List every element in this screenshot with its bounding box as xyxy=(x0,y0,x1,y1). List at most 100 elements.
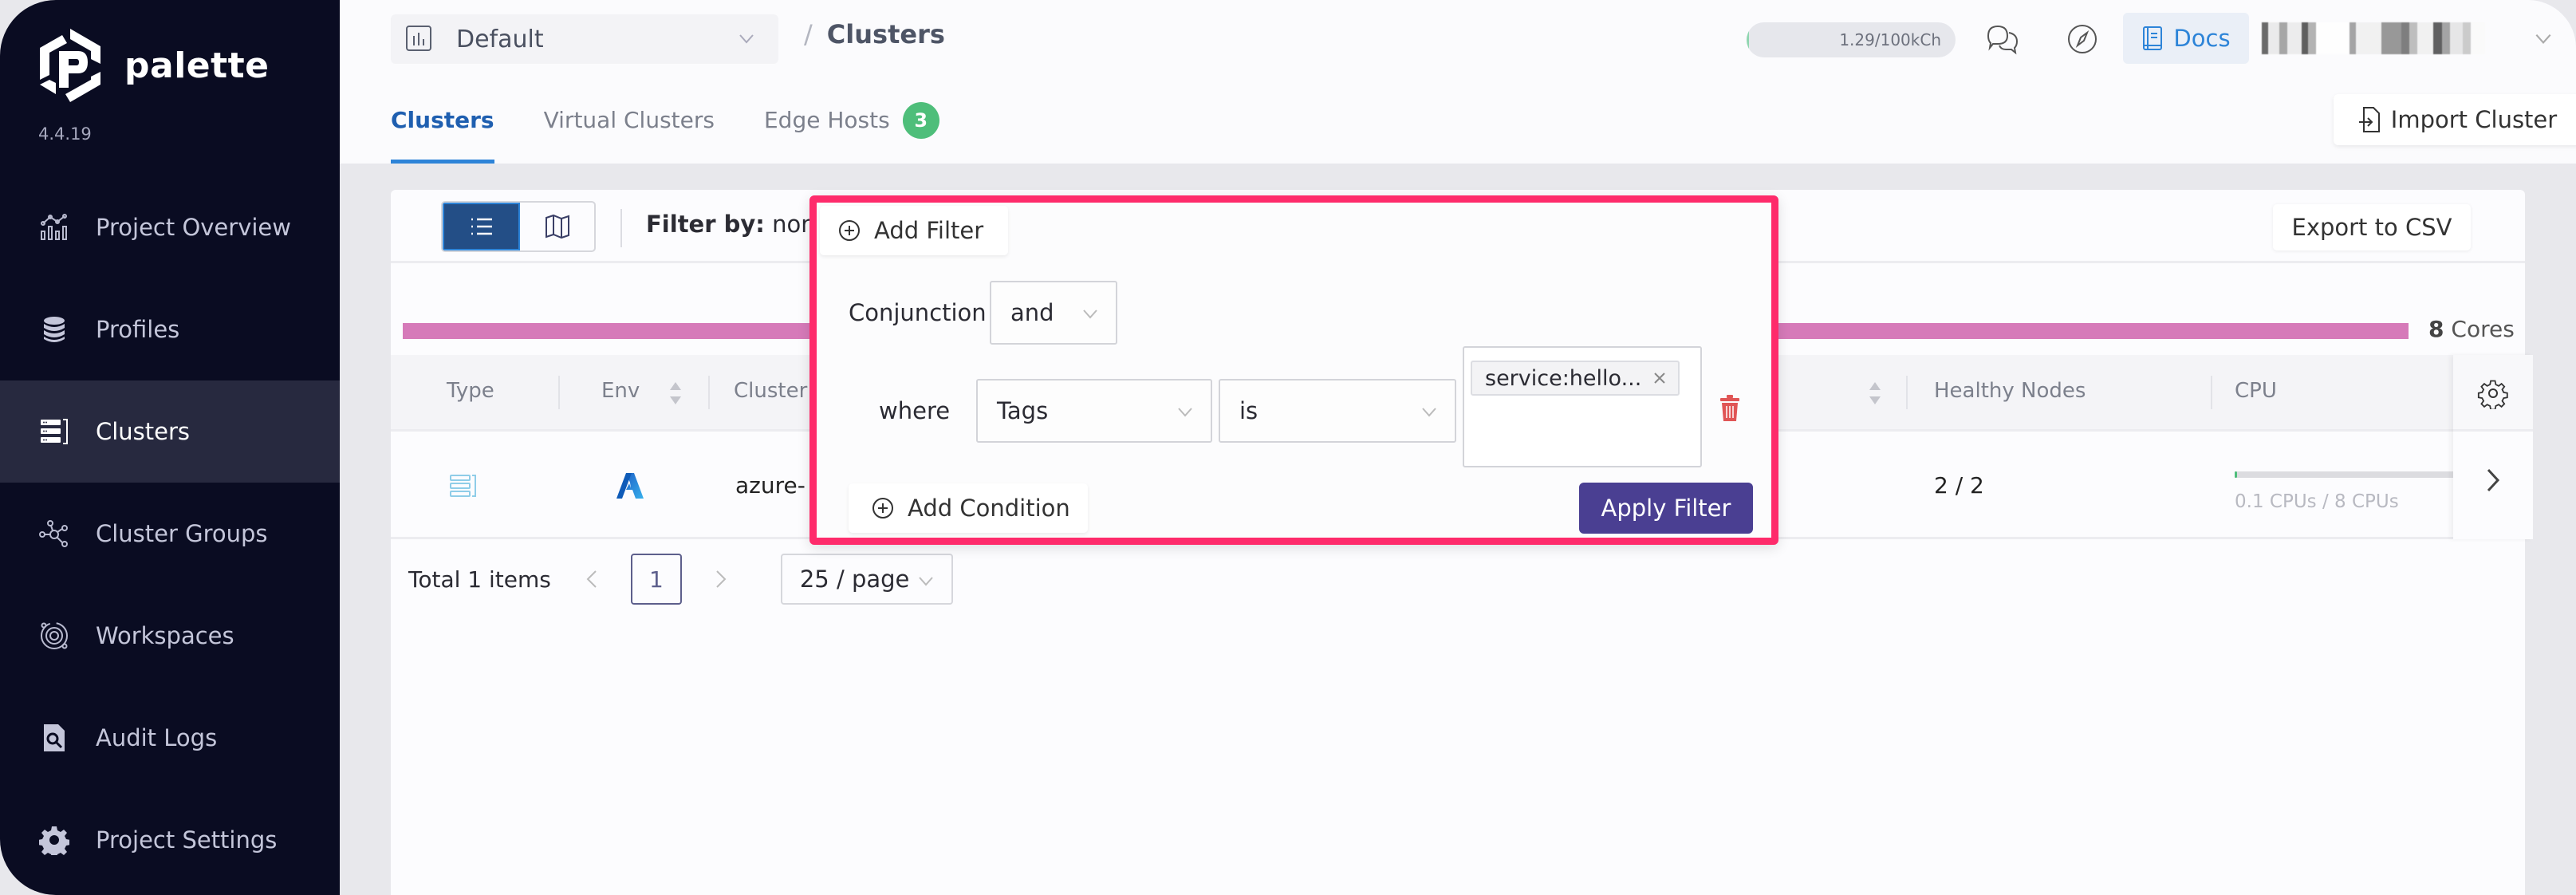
filter-value-tags-input[interactable]: service:hello... xyxy=(1463,346,1702,467)
export-csv-button[interactable]: Export to CSV xyxy=(2273,204,2471,250)
book-icon xyxy=(2143,26,2163,50)
chevron-down-icon xyxy=(739,34,754,44)
view-mode-toggle xyxy=(441,201,596,252)
tag-chip-label: service:hello... xyxy=(1485,365,1642,391)
cores-unit: Cores xyxy=(2451,316,2515,342)
cluster-name[interactable]: azure- xyxy=(735,472,805,499)
apply-filter-label: Apply Filter xyxy=(1601,495,1731,522)
list-view-button[interactable] xyxy=(443,203,520,250)
server-stack-icon xyxy=(38,416,70,448)
tab-label: Virtual Clusters xyxy=(543,107,715,133)
sort-icon[interactable] xyxy=(1868,379,1882,408)
conjunction-value: and xyxy=(1010,299,1054,326)
gear-icon xyxy=(38,824,70,856)
filter-field-value: Tags xyxy=(997,397,1049,424)
sidebar-item-project-settings[interactable]: Project Settings xyxy=(0,789,340,891)
tab-clusters[interactable]: Clusters xyxy=(391,102,494,164)
column-header-healthy-nodes[interactable]: Healthy Nodes xyxy=(1934,379,2086,403)
where-label: where xyxy=(879,397,951,424)
sidebar-item-label: Project Overview xyxy=(96,214,291,241)
page-number-current[interactable]: 1 xyxy=(630,554,682,605)
tab-edge-hosts[interactable]: Edge Hosts 3 xyxy=(764,102,939,164)
file-search-icon xyxy=(38,722,70,754)
logo[interactable]: palette xyxy=(37,27,270,104)
chevron-down-icon xyxy=(919,577,933,586)
add-condition-button[interactable]: Add Condition xyxy=(849,483,1088,533)
palette-logo-icon xyxy=(40,29,100,102)
tab-label: Clusters xyxy=(391,107,494,133)
cores-value: 8 xyxy=(2428,316,2444,342)
sidebar-item-clusters[interactable]: Clusters xyxy=(0,380,340,483)
orbit-icon xyxy=(38,620,70,652)
sidebar-item-project-overview[interactable]: Project Overview xyxy=(0,176,340,278)
sidebar-item-label: Clusters xyxy=(96,418,191,445)
delete-condition-trash-icon[interactable] xyxy=(1718,394,1742,423)
remove-tag-icon[interactable] xyxy=(1652,371,1667,385)
chevron-down-icon xyxy=(1422,408,1436,417)
table-settings-column xyxy=(2453,355,2533,539)
export-csv-label: Export to CSV xyxy=(2291,214,2452,241)
breadcrumb: / Clusters xyxy=(804,19,945,49)
filter-popup: Add Filter Conjunction and where Tags is… xyxy=(809,195,1778,545)
column-header-cluster[interactable]: Cluster xyxy=(734,379,807,403)
breadcrumb-separator: / xyxy=(804,19,813,49)
sidebar-item-label: Workspaces xyxy=(96,622,234,649)
plus-circle-icon xyxy=(872,498,893,518)
sidebar-item-workspaces[interactable]: Workspaces xyxy=(0,585,340,687)
tab-bar: Clusters Virtual Clusters Edge Hosts 3 xyxy=(391,102,989,164)
column-separator xyxy=(2211,376,2212,409)
previous-page-icon[interactable] xyxy=(583,569,601,589)
compass-icon[interactable] xyxy=(2062,19,2102,59)
docs-button[interactable]: Docs xyxy=(2123,13,2249,64)
add-condition-label: Add Condition xyxy=(908,495,1070,522)
plus-circle-icon xyxy=(839,220,860,241)
conjunction-select[interactable]: and xyxy=(990,281,1117,345)
sidebar-item-label: Project Settings xyxy=(96,826,278,854)
sidebar-item-profiles[interactable]: Profiles xyxy=(0,278,340,380)
chevron-down-icon xyxy=(2535,34,2551,45)
column-header-env[interactable]: Env xyxy=(601,379,640,403)
filter-operator-value: is xyxy=(1239,397,1258,424)
sidebar-item-cluster-groups[interactable]: Cluster Groups xyxy=(0,483,340,585)
filter-field-select[interactable]: Tags xyxy=(976,379,1212,443)
toolbar-divider xyxy=(620,209,622,247)
cpu-usage-fill xyxy=(2235,471,2238,478)
chevron-down-icon xyxy=(1178,408,1192,417)
filter-operator-select[interactable]: is xyxy=(1219,379,1456,443)
file-import-icon xyxy=(2358,107,2380,132)
docs-label: Docs xyxy=(2173,25,2231,52)
chevron-right-icon[interactable] xyxy=(2480,467,2504,494)
sort-icon[interactable] xyxy=(668,379,683,408)
project-selector[interactable]: Default xyxy=(391,14,778,64)
column-separator xyxy=(1906,376,1908,409)
column-header-cpu[interactable]: CPU xyxy=(2235,379,2277,403)
map-icon xyxy=(545,214,569,239)
add-filter-button[interactable]: Add Filter xyxy=(820,206,1008,255)
top-header: Default / Clusters Clusters Virtual Clus… xyxy=(340,0,2576,164)
next-page-icon[interactable] xyxy=(712,569,730,589)
tab-virtual-clusters[interactable]: Virtual Clusters xyxy=(544,102,715,164)
map-view-button[interactable] xyxy=(520,203,594,250)
import-cluster-button[interactable]: Import Cluster xyxy=(2334,94,2576,145)
app-version: 4.4.19 xyxy=(38,124,92,144)
conjunction-label: Conjunction xyxy=(849,299,987,326)
project-chart-icon xyxy=(406,26,431,51)
credits-usage-pill[interactable]: 1.29/100kCh xyxy=(1747,22,1956,57)
apply-filter-button[interactable]: Apply Filter xyxy=(1579,483,1753,534)
cores-usage-label: 8 Cores xyxy=(2428,316,2515,342)
page-size-select[interactable]: 25 / page xyxy=(780,554,953,605)
add-filter-label: Add Filter xyxy=(874,217,984,244)
pagination: Total 1 items 1 25 / page xyxy=(408,553,1046,605)
credits-usage-fill xyxy=(1747,22,1750,57)
user-menu[interactable] xyxy=(2262,22,2554,54)
import-cluster-label: Import Cluster xyxy=(2390,106,2558,133)
sidebar-item-label: Cluster Groups xyxy=(96,520,268,547)
user-name-redacted xyxy=(2262,22,2485,54)
column-header-type[interactable]: Type xyxy=(447,379,494,403)
breadcrumb-current: Clusters xyxy=(826,19,945,49)
chart-icon xyxy=(38,211,70,243)
sidebar-item-audit-logs[interactable]: Audit Logs xyxy=(0,687,340,789)
chat-icon[interactable] xyxy=(1983,19,2023,59)
chevron-down-icon xyxy=(1083,310,1097,319)
column-settings-gear-icon[interactable] xyxy=(2477,377,2509,409)
